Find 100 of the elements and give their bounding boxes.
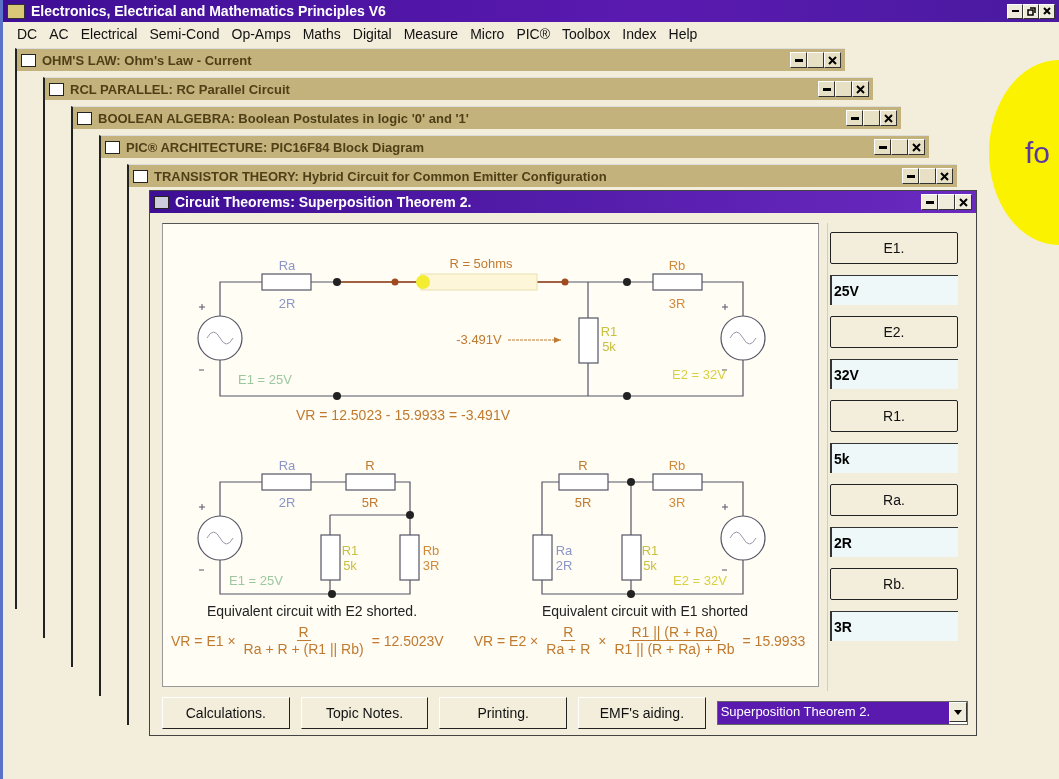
circuit-label: R <box>365 458 375 473</box>
minimize-button[interactable] <box>818 81 835 97</box>
close-icon <box>912 142 921 152</box>
circuit-label: 3R <box>668 296 686 311</box>
minimize-button[interactable] <box>1007 3 1023 19</box>
maximize-button[interactable] <box>938 194 955 210</box>
circuit-label: 5k <box>602 339 616 354</box>
minimize-button[interactable] <box>790 52 807 68</box>
menu-item[interactable]: Op-Amps <box>231 26 291 42</box>
formula-text: VR = E2 × <box>473 632 539 649</box>
action-button[interactable]: EMF's aiding. <box>578 697 706 729</box>
menu-item[interactable]: Toolbox <box>562 26 611 42</box>
topic-dropdown[interactable]: Superposition Theorem 2. <box>716 701 968 725</box>
menu-item[interactable]: Measure <box>403 26 459 42</box>
parameter-button[interactable]: E1. <box>830 232 958 264</box>
window-icon <box>21 53 36 67</box>
window-title: Circuit Theorems: Superposition Theorem 2. <box>175 194 473 210</box>
close-icon <box>828 55 837 65</box>
fraction-numerator: R <box>296 624 311 641</box>
node-dot <box>623 278 631 286</box>
action-button[interactable]: Calculations. <box>162 697 290 729</box>
circuit-label: Rb <box>422 543 440 558</box>
value-field[interactable]: 3R <box>830 611 958 641</box>
menu-item[interactable]: Index <box>622 26 657 42</box>
window-title: OHM'S LAW: Ohm's Law - Current <box>42 52 253 68</box>
window-title: RCL PARALLEL: RC Parallel Circuit <box>70 81 291 97</box>
close-button[interactable] <box>852 81 869 97</box>
menu-item[interactable]: DC <box>17 26 38 42</box>
window-icon <box>133 169 148 183</box>
window-icon <box>105 140 120 154</box>
fraction-numerator: R <box>561 624 576 641</box>
minimize-button[interactable] <box>874 139 891 155</box>
action-button[interactable]: Topic Notes. <box>300 697 429 729</box>
maximize-button[interactable] <box>863 110 880 126</box>
circuit-label: Ra <box>278 458 296 473</box>
close-button[interactable] <box>1039 3 1055 19</box>
action-button[interactable]: Printing. <box>439 697 567 729</box>
window-title-bar[interactable]: OHM'S LAW: Ohm's Law - Current <box>17 49 845 71</box>
node-dot <box>561 278 569 286</box>
restore-icon <box>1026 6 1036 16</box>
window-title-bar[interactable]: BOOLEAN ALGEBRA: Boolean Postulates in logic '0' and '1' <box>73 107 901 129</box>
menu-item[interactable]: Help <box>668 26 698 42</box>
menu-item[interactable]: PIC® <box>516 26 551 42</box>
restore-button[interactable] <box>1023 3 1039 19</box>
promo-text: fo <box>1025 135 1051 170</box>
parameter-button[interactable]: Rb. <box>830 568 958 600</box>
window-icon <box>77 111 92 125</box>
close-button[interactable] <box>908 139 925 155</box>
value-field[interactable]: 25V <box>830 275 958 305</box>
fraction-denominator: Ra + R <box>545 641 592 657</box>
minimize-button[interactable] <box>902 168 919 184</box>
circuit-label: 5R <box>574 495 592 510</box>
value-field[interactable]: 2R <box>830 527 958 557</box>
circuit-label: 2R <box>278 495 296 510</box>
circuit-label: Rb <box>668 258 686 273</box>
circuit-label: 2R <box>555 558 573 573</box>
menu-item[interactable]: AC <box>49 26 69 42</box>
circuit-label: 5k <box>643 558 657 573</box>
node-dot <box>391 278 399 286</box>
window-title-bar[interactable]: PIC® ARCHITECTURE: PIC16F84 Block Diagram <box>101 136 929 158</box>
parameter-button[interactable]: E2. <box>830 316 958 348</box>
maximize-button[interactable] <box>919 168 936 184</box>
close-button[interactable] <box>955 194 972 210</box>
menu-item[interactable]: Electrical <box>80 26 138 42</box>
circuit-label: R1 <box>341 543 359 558</box>
menu-item[interactable]: Micro <box>470 26 505 42</box>
parameter-button[interactable]: R1. <box>830 400 958 432</box>
resistor <box>320 534 341 581</box>
circuit-label: Rb <box>668 458 686 473</box>
arrow <box>507 337 562 343</box>
menu-item[interactable]: Maths <box>302 26 341 42</box>
maximize-button[interactable] <box>835 81 852 97</box>
value-field[interactable]: 32V <box>830 359 958 389</box>
menu-item[interactable]: Semi-Cond <box>149 26 220 42</box>
close-button[interactable] <box>824 52 841 68</box>
close-icon <box>940 171 949 181</box>
node-dot <box>333 392 341 400</box>
maximize-button[interactable] <box>807 52 824 68</box>
circuit-caption: Equivalent circuit with E1 shorted <box>541 603 749 619</box>
circuit-label: E1 = 25V <box>238 372 292 387</box>
close-button[interactable] <box>880 110 897 126</box>
node-dot <box>406 511 414 519</box>
resistor <box>621 534 642 581</box>
circuit-label: Ra <box>278 258 296 273</box>
minimize-icon <box>850 116 859 120</box>
window-title-bar[interactable]: RCL PARALLEL: RC Parallel Circuit <box>45 78 873 100</box>
value-field[interactable]: 5k <box>830 443 958 473</box>
parameter-button[interactable]: Ra. <box>830 484 958 516</box>
close-icon <box>884 113 893 123</box>
minimize-button[interactable] <box>846 110 863 126</box>
close-button[interactable] <box>936 168 953 184</box>
minimize-icon <box>822 87 831 91</box>
minimize-button[interactable] <box>921 194 938 210</box>
menu-item[interactable]: Digital <box>352 26 392 42</box>
window-title: BOOLEAN ALGEBRA: Boolean Postulates in logic '0' and '1' <box>98 110 470 126</box>
circuit-label: 5k <box>343 558 357 573</box>
window-title-bar[interactable]: TRANSISTOR THEORY: Hybrid Circuit for Common Emitter Configuration <box>129 165 957 187</box>
circuit-label: R1 <box>600 324 618 339</box>
maximize-button[interactable] <box>891 139 908 155</box>
window-title: Electronics, Electrical and Mathematics Principles V6 <box>31 3 387 19</box>
